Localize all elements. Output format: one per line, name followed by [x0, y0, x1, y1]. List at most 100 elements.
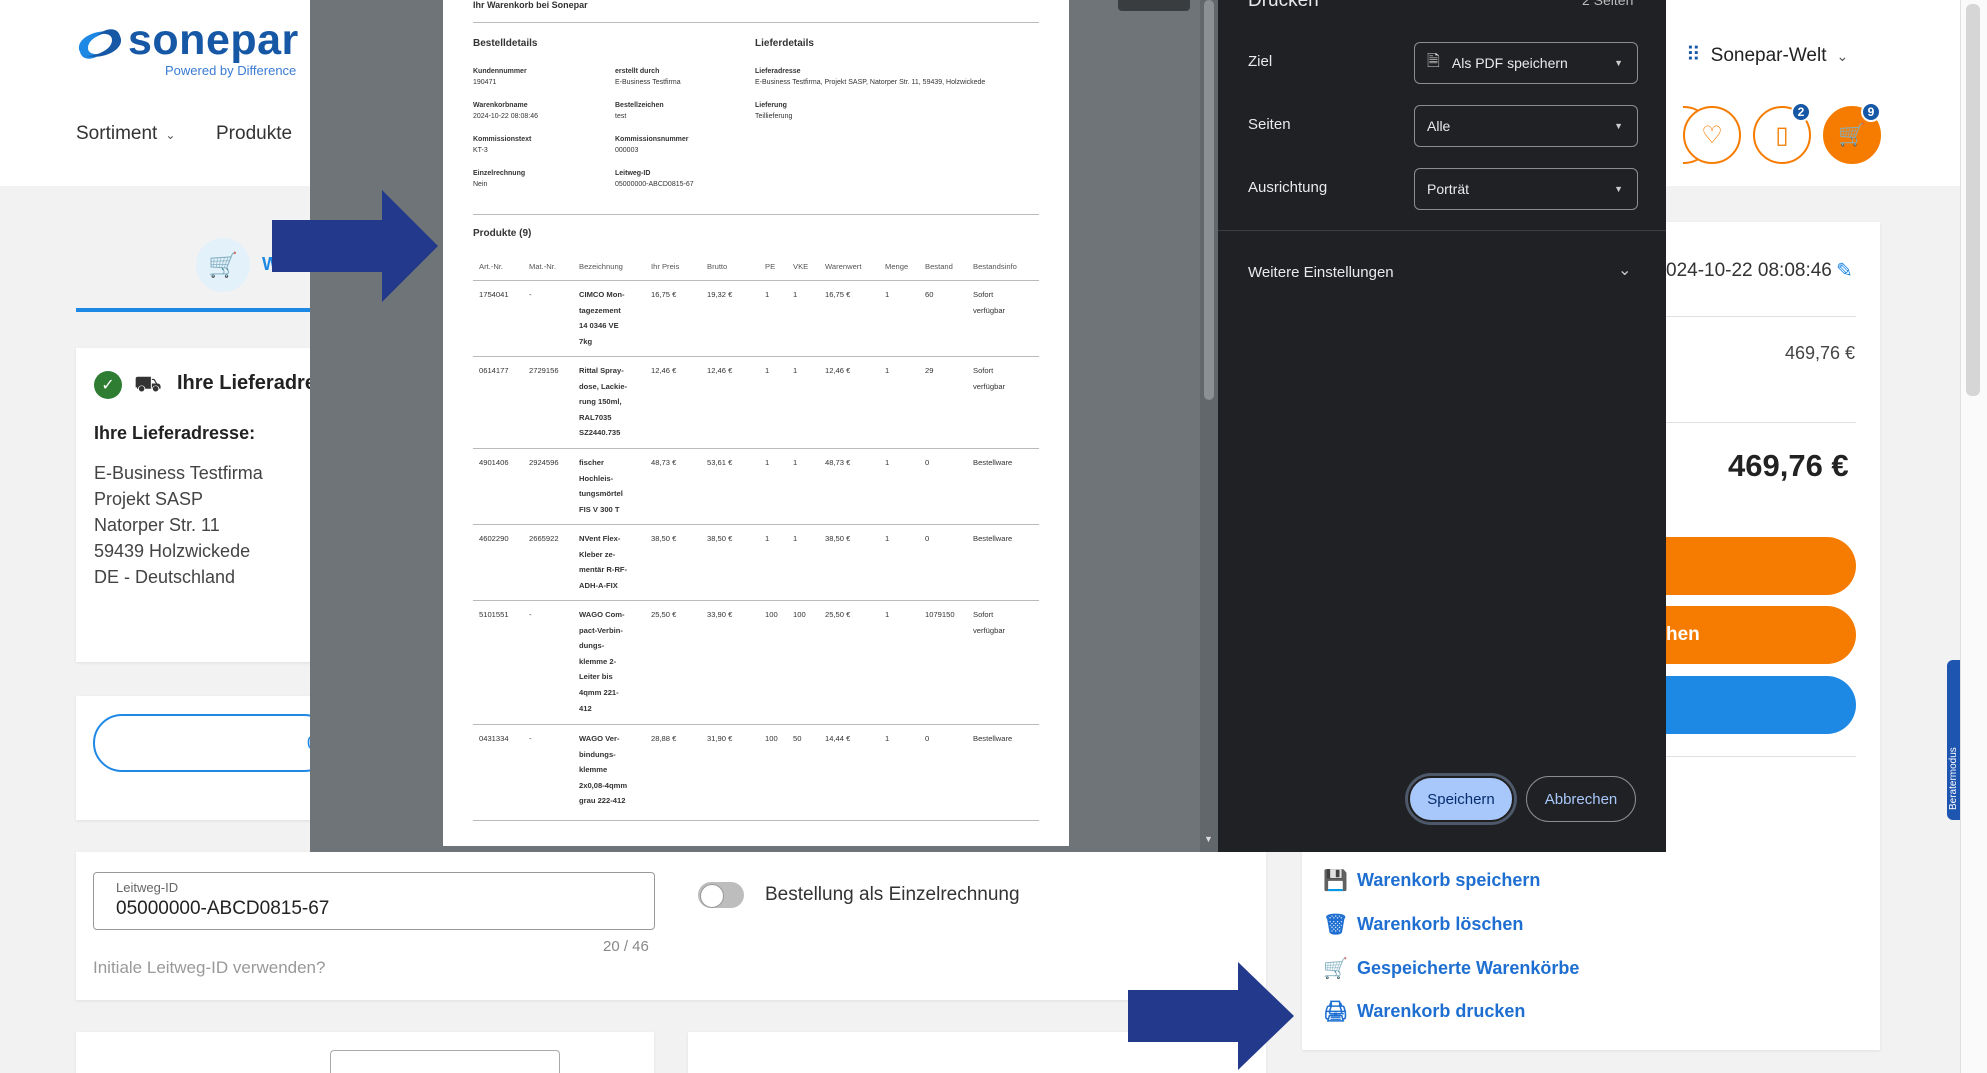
- dropdown-arrow-icon: ▼: [1614, 184, 1623, 194]
- table-cell: 1754041: [479, 290, 509, 299]
- order-button[interactable]: [1666, 537, 1856, 595]
- link-label: Warenkorb drucken: [1357, 1001, 1526, 1021]
- preview-scrollbar[interactable]: ▼: [1200, 0, 1218, 852]
- table-cell-bezeichnung: klemme: [579, 765, 608, 775]
- nav-produkte[interactable]: Produkte: [216, 123, 292, 145]
- table-cell: 25,50 €: [651, 610, 677, 619]
- char-counter: 20 / 46: [603, 938, 649, 955]
- table-cell: 48,73 €: [825, 458, 851, 467]
- table-cell: 1: [885, 366, 890, 375]
- subtotal: 469,76 €: [1785, 343, 1856, 363]
- sonepar-welt-menu[interactable]: ⠿ Sonepar-Welt ⌄: [1686, 42, 1848, 67]
- print-cart-link[interactable]: 🖨 Warenkorb drucken: [1323, 999, 1525, 1024]
- divider: [1666, 422, 1856, 423]
- save-button[interactable]: Speichern: [1408, 776, 1514, 822]
- compare-badge: 2: [1791, 102, 1811, 122]
- leitweg-hint[interactable]: Initiale Leitweg-ID verwenden?: [93, 958, 325, 978]
- annotation-arrow-icon: [1128, 962, 1294, 1070]
- scrollbar-thumb[interactable]: [1966, 4, 1980, 396]
- table-cell: 1: [885, 290, 890, 299]
- table-cell: 53,61 €: [707, 458, 733, 467]
- detail-label: Warenkorbname: [473, 102, 528, 109]
- compare-button[interactable]: ▯ 2: [1753, 102, 1811, 164]
- table-header-cell: Menge: [885, 262, 909, 271]
- bestelldetails-title: Bestelldetails: [473, 38, 538, 49]
- edit-icon[interactable]: ✎: [1836, 258, 1853, 283]
- saved-carts-link[interactable]: 🛒 Gespeicherte Warenkörbe: [1323, 956, 1579, 981]
- dropdown-arrow-icon: ▼: [1614, 58, 1623, 68]
- delete-cart-icon: 🗑: [1323, 914, 1349, 936]
- address-lines: E-Business Testfirma Projekt SASP Natorp…: [94, 460, 263, 590]
- scroll-down-icon[interactable]: ▼: [1204, 834, 1213, 844]
- table-cell-bezeichnung: Hochleis-: [579, 473, 614, 483]
- advisor-mode-label: Beratermodus: [1948, 747, 1959, 810]
- seiten-value: Alle: [1427, 118, 1451, 134]
- detail-value: KT-3: [473, 147, 488, 154]
- detail-label: Bestellzeichen: [615, 102, 664, 109]
- table-cell-info: Bestellware: [973, 734, 1013, 743]
- table-cell-bezeichnung: fischer: [579, 458, 604, 467]
- table-cell: 14,44 €: [825, 734, 851, 743]
- wishlist-button[interactable]: ♡: [1683, 106, 1741, 164]
- seiten-select[interactable]: Alle ▼: [1414, 105, 1638, 147]
- table-cell: 60: [925, 290, 934, 299]
- nav-sortiment[interactable]: Sortiment ⌄: [76, 123, 175, 145]
- more-settings-label: Weitere Einstellungen: [1248, 264, 1394, 281]
- ziel-value: Als PDF speichern: [1451, 55, 1568, 71]
- products-title: Produkte (9): [473, 228, 532, 239]
- table-cell-bezeichnung: dungs-: [579, 641, 605, 651]
- table-header-cell: Brutto: [707, 262, 728, 271]
- detail-label: erstellt durch: [615, 68, 660, 75]
- table-cell: -: [529, 290, 532, 299]
- delete-cart-link[interactable]: 🗑 Warenkorb löschen: [1323, 912, 1523, 937]
- table-cell-bezeichnung: CIMCO Mon-: [579, 290, 625, 299]
- table-cell: 5101551: [479, 610, 509, 619]
- bottom-input[interactable]: [330, 1050, 560, 1073]
- secondary-order-button[interactable]: hen: [1666, 606, 1856, 664]
- detail-label: Lieferadresse: [755, 68, 801, 75]
- detail-value: E-Business Testfirma: [615, 79, 681, 86]
- ausrichtung-select[interactable]: Porträt ▼: [1414, 168, 1638, 210]
- outline-pill-button[interactable]: 0: [93, 714, 333, 772]
- einzelrechnung-toggle[interactable]: [698, 882, 744, 908]
- table-cell: 0: [925, 534, 930, 543]
- table-cell: 2924596: [529, 458, 559, 467]
- cancel-button[interactable]: Abbrechen: [1526, 776, 1636, 822]
- table-cell: 1: [885, 458, 890, 467]
- table-cell: 28,88 €: [651, 734, 677, 743]
- table-cell: 29: [925, 366, 934, 375]
- page-scrollbar[interactable]: [1960, 0, 1987, 1073]
- blue-action-button[interactable]: [1666, 676, 1856, 734]
- sonepar-logo-icon[interactable]: [74, 24, 126, 64]
- chevron-down-icon: ⌄: [1836, 48, 1849, 64]
- detail-value: test: [615, 113, 627, 120]
- nav-sortiment-label: Sortiment: [76, 123, 158, 144]
- chevron-down-icon: ⌄: [165, 128, 176, 142]
- preview-scroll-thumb[interactable]: [1204, 0, 1214, 400]
- table-cell: 31,90 €: [707, 734, 733, 743]
- cart-button[interactable]: 🛒 9: [1823, 102, 1881, 164]
- ziel-label: Ziel: [1248, 53, 1273, 70]
- save-cart-link[interactable]: 💾 Warenkorb speichern: [1323, 868, 1540, 893]
- table-cell: 38,50 €: [651, 534, 677, 543]
- table-row-divider: [473, 724, 1039, 725]
- table-cell-bezeichnung: dose, Lackie-: [579, 381, 628, 391]
- table-cell-bezeichnung: grau 222-412: [579, 796, 626, 806]
- table-cell: 0: [925, 734, 930, 743]
- detail-value: 000003: [615, 147, 639, 154]
- toggle-label: Bestellung als Einzelrechnung: [765, 884, 1020, 905]
- table-row-divider: [473, 524, 1039, 525]
- divider: [1666, 316, 1856, 317]
- table-cell: 0614177: [479, 366, 509, 375]
- table-cell-bezeichnung: Leiter bis: [579, 672, 613, 682]
- ziel-select[interactable]: 🗎 Als PDF speichern ▼: [1414, 42, 1638, 84]
- table-cell: 1079150: [925, 610, 955, 619]
- truck-icon: ⛟: [134, 371, 162, 396]
- ausrichtung-label: Ausrichtung: [1248, 179, 1328, 196]
- more-settings-row[interactable]: Weitere Einstellungen ⌄: [1218, 252, 1666, 292]
- logo-text[interactable]: sonepar: [128, 16, 299, 65]
- grid-icon: ⠿: [1686, 44, 1701, 66]
- detail-label: Leitweg-ID: [615, 170, 651, 177]
- address-label: Ihre Lieferadresse:: [94, 423, 256, 443]
- table-header-cell: Mat.-Nr.: [529, 262, 557, 271]
